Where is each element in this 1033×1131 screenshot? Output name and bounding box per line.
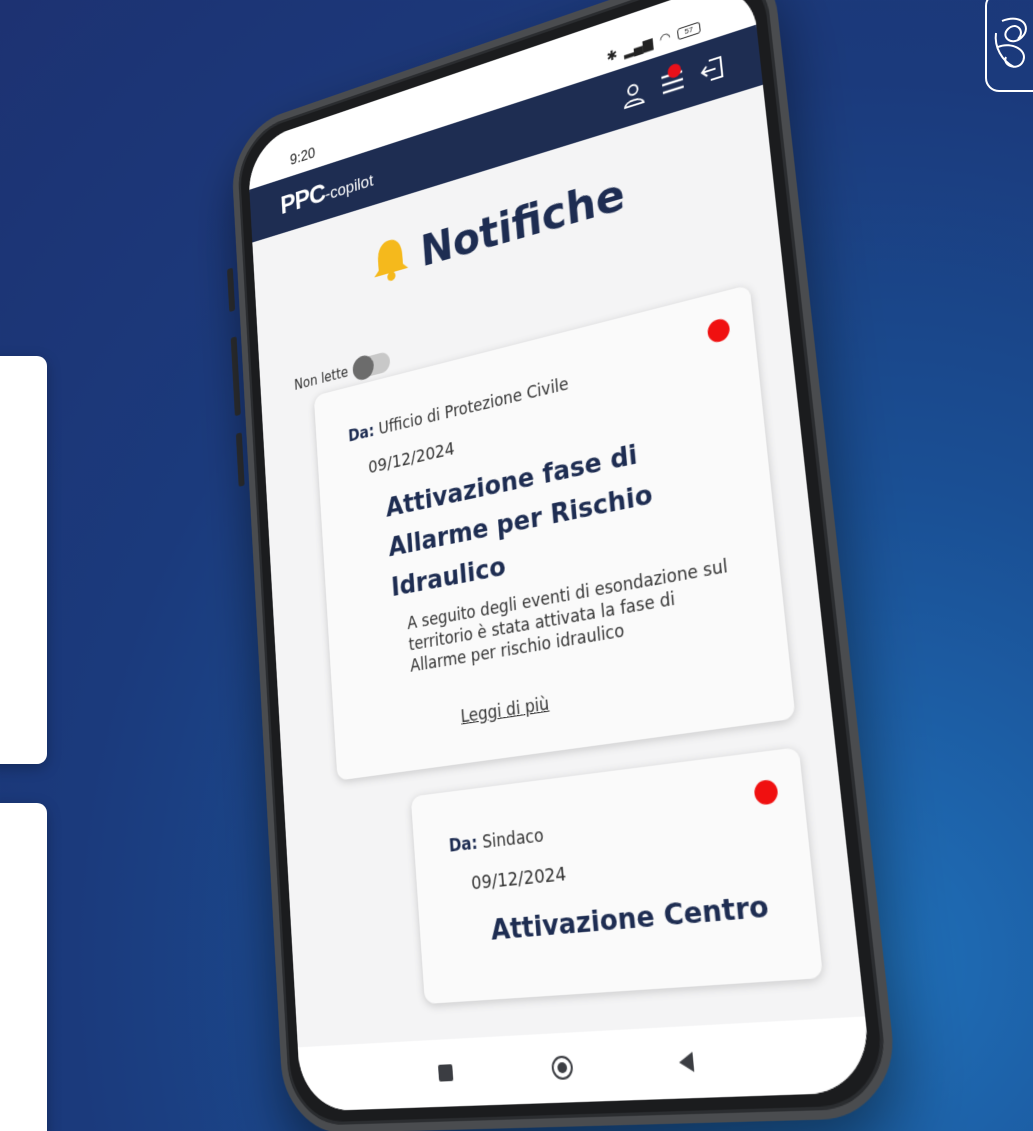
battery-icon: 57 xyxy=(676,20,701,40)
bell-icon xyxy=(371,231,412,290)
notifications-content: Notifiche Non lette Da: Ufficio di Prote… xyxy=(252,85,860,1012)
toggle-knob xyxy=(352,353,375,383)
back-icon[interactable] xyxy=(678,1051,695,1073)
wifi-icon: ◠ xyxy=(658,28,672,48)
logout-icon[interactable] xyxy=(698,52,728,87)
phone-frame: 9:20 ✱ ▂▄▆ ◠ 57 PPC-copilot Notifiche No… xyxy=(229,0,902,1131)
logo-bold: PPC xyxy=(279,177,327,221)
notification-card[interactable]: Da: Sindaco 09/12/2024 Attivazione Centr… xyxy=(410,746,824,1004)
signal-icon: ▂▄▆ xyxy=(623,34,654,59)
phone-mockup: 9:20 ✱ ▂▄▆ ◠ 57 PPC-copilot Notifiche No… xyxy=(226,0,902,1131)
sender-label: Da: xyxy=(448,833,479,857)
read-more-link[interactable]: Leggi di più xyxy=(460,694,550,727)
sender-name: Sindaco xyxy=(481,825,545,853)
unread-filter-toggle[interactable] xyxy=(352,350,391,383)
phone-screen: 9:20 ✱ ▂▄▆ ◠ 57 PPC-copilot Notifiche No… xyxy=(246,0,874,1112)
brand-mark-icon xyxy=(985,0,1033,92)
page-title: Notifiche xyxy=(419,167,627,277)
notification-title: Attivazione Centro xyxy=(489,889,771,947)
status-time: 9:20 xyxy=(289,143,316,169)
phone-side-button xyxy=(226,267,236,313)
bluetooth-icon: ✱ xyxy=(606,46,619,65)
phone-power-button xyxy=(235,432,245,487)
recent-apps-icon[interactable] xyxy=(437,1064,454,1082)
android-nav-bar xyxy=(297,1016,874,1112)
background-card-left-top xyxy=(0,356,47,764)
user-icon[interactable] xyxy=(619,77,647,112)
home-icon[interactable] xyxy=(550,1055,574,1081)
background-card-left-bottom xyxy=(0,803,47,1131)
logo-suffix: -copilot xyxy=(324,171,374,205)
sender-label: Da: xyxy=(347,421,375,447)
phone-volume-button xyxy=(230,336,241,417)
